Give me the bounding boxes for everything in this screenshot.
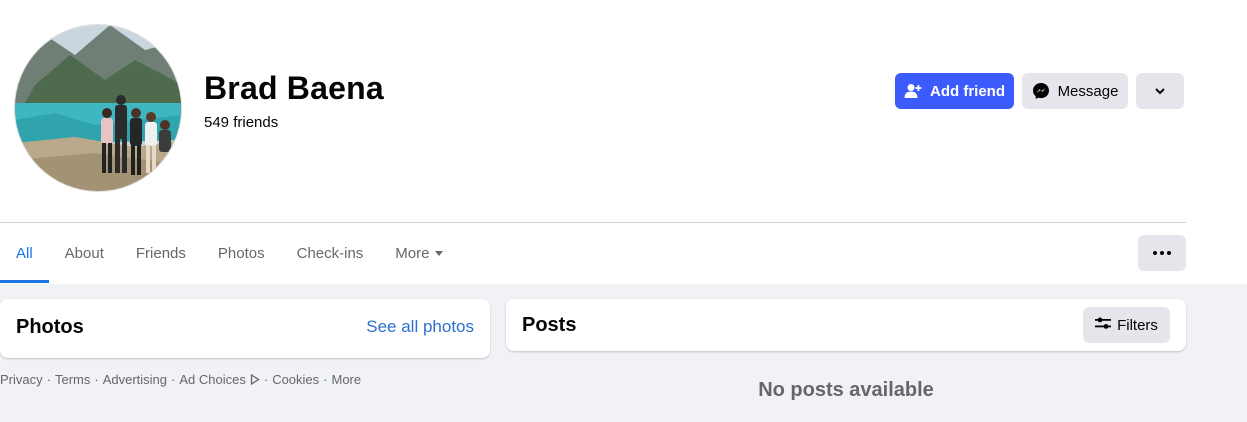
photos-card: Photos See all photos [0,299,490,358]
filters-button[interactable]: Filters [1083,307,1170,343]
photos-card-title: Photos [16,316,84,338]
tab-photos[interactable]: Photos [202,223,281,283]
message-button[interactable]: Message [1022,73,1128,109]
message-label: Message [1057,82,1119,100]
ad-choices-icon [250,373,260,388]
profile-tabs: All About Friends Photos Check-ins More [0,223,459,283]
tab-about[interactable]: About [49,223,120,283]
filters-label: Filters [1117,316,1158,334]
posts-card-title: Posts [522,314,577,336]
profile-header: Brad Baena 549 friends Add friend Messag… [0,0,1247,284]
footer-links: Privacy · Terms · Advertising · Ad Choic… [0,372,362,388]
tab-label: Check-ins [296,244,364,262]
no-posts-message: No posts available [758,379,934,401]
footer-link-advertising[interactable]: Advertising [103,372,167,388]
caret-down-icon [435,250,444,256]
profile-options-dropdown-button[interactable] [1136,73,1184,109]
tab-more[interactable]: More [379,223,459,283]
tab-friends[interactable]: Friends [120,223,202,283]
footer-link-cookies[interactable]: Cookies [272,372,319,388]
add-friend-button[interactable]: Add friend [895,73,1014,109]
tab-all[interactable]: All [0,223,49,283]
tab-label: About [64,244,104,262]
add-friend-label: Add friend [930,82,1005,100]
tab-label: All [16,244,33,262]
profile-photo-image [15,25,181,191]
chevron-down-icon [1154,87,1166,95]
profile-name: Brad Baena [204,70,384,106]
sliders-icon [1095,316,1112,334]
messenger-icon [1032,82,1050,100]
tab-check-ins[interactable]: Check-ins [281,223,380,283]
footer-link-ad-choices[interactable]: Ad Choices [179,372,260,388]
tab-label: Friends [135,244,186,262]
see-all-photos-link[interactable]: See all photos [366,317,474,337]
footer-link-privacy[interactable]: Privacy [0,372,43,388]
tab-label: Photos [217,244,265,262]
posts-card: Posts Filters [506,299,1186,351]
tab-label: More [395,244,430,262]
footer-link-more[interactable]: More [332,372,362,388]
footer-link-terms[interactable]: Terms [55,372,90,388]
ellipsis-icon [1153,251,1157,255]
profile-picture[interactable] [14,24,182,192]
friends-count[interactable]: 549 friends [204,114,278,131]
person-plus-icon [904,83,922,99]
tabs-more-options-button[interactable] [1138,235,1186,271]
